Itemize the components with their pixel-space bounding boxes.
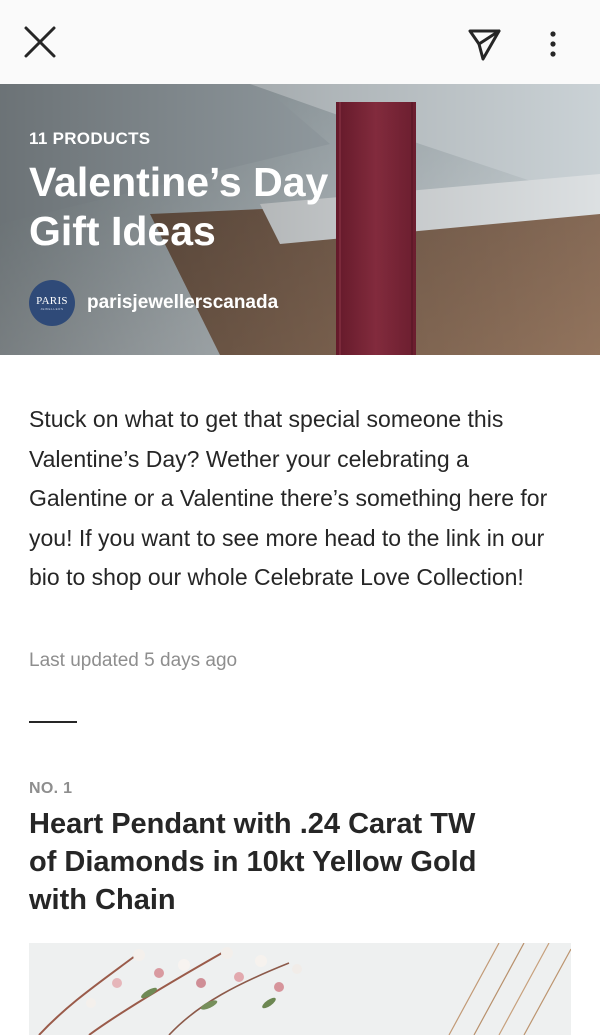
close-button[interactable] xyxy=(20,22,60,62)
last-updated: Last updated 5 days ago xyxy=(29,650,238,671)
share-button[interactable] xyxy=(462,22,506,66)
product-photo xyxy=(29,943,571,1035)
avatar-logo-subtext: JEWELLERS xyxy=(40,306,64,311)
product-count: 11 PRODUCTS xyxy=(29,129,151,148)
guide-page: 11 PRODUCTS Valentine’s Day Gift Ideas P… xyxy=(0,0,600,1035)
close-icon xyxy=(24,26,56,58)
paper-plane-icon xyxy=(468,29,501,61)
guide-title: Valentine’s Day Gift Ideas xyxy=(29,159,329,254)
section-divider xyxy=(29,721,77,723)
product-title[interactable]: Heart Pendant with .24 Carat TW of Diamo… xyxy=(29,805,479,919)
product-number: NO. 1 xyxy=(29,780,73,797)
avatar-logo-text: PARIS xyxy=(36,294,68,307)
guide-description: Stuck on what to get that special someon… xyxy=(29,406,548,590)
more-vertical-icon xyxy=(550,31,556,57)
author-avatar[interactable]: PARIS JEWELLERS xyxy=(29,280,75,326)
top-bar xyxy=(0,0,600,84)
product-image[interactable] xyxy=(29,943,571,1035)
author-username[interactable]: parisjewellerscanada xyxy=(87,292,278,314)
more-options-button[interactable] xyxy=(538,22,568,66)
